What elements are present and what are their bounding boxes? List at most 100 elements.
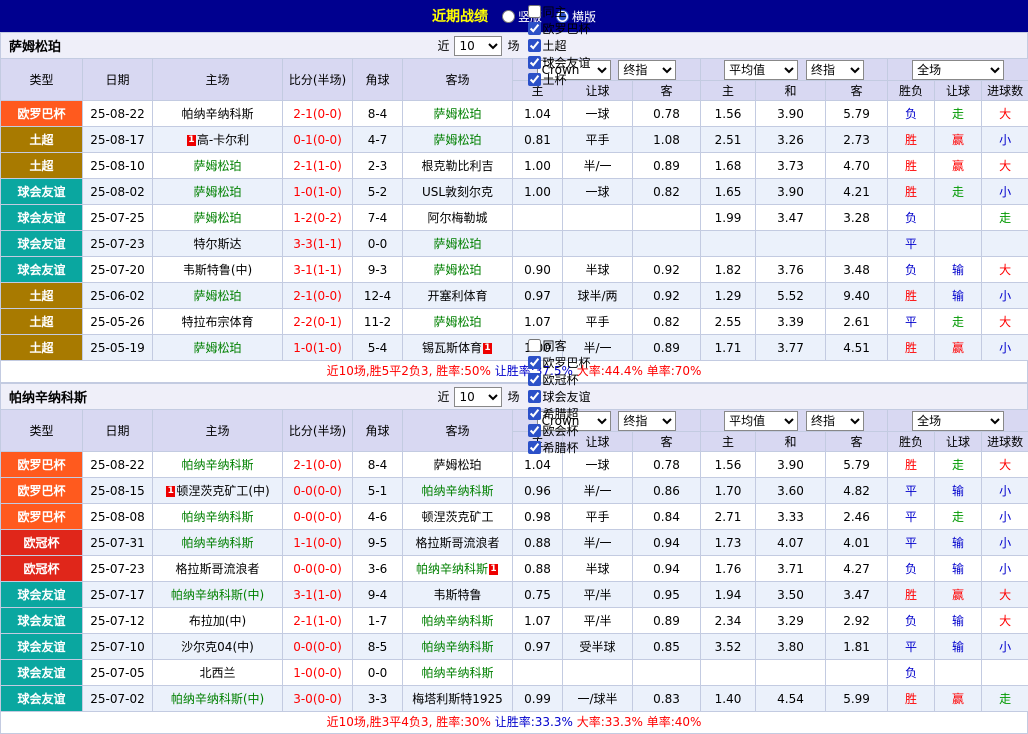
league-cell: 球会友谊 <box>1 179 83 205</box>
filter-checkbox[interactable]: 土杯 <box>528 71 591 88</box>
filter-checkbox-label: 土超 <box>543 37 567 54</box>
team-name-text: 梅塔利斯特1925 <box>412 692 503 706</box>
team-name-text: 布拉加(中) <box>189 614 246 628</box>
euro-home-odds: 1.56 <box>701 452 756 478</box>
date-cell: 25-05-19 <box>83 335 153 361</box>
euro-home-odds: 3.52 <box>701 634 756 660</box>
handicap-time-select[interactable]: 终指 <box>618 411 676 431</box>
filter-checkboxes: 同主欧罗巴杯土超球会友谊土杯 <box>523 3 591 88</box>
scope-select[interactable]: 全场 <box>912 411 1004 431</box>
filter-checkbox[interactable]: 欧罗巴杯 <box>528 354 591 371</box>
filter-checkbox[interactable]: 同主 <box>528 3 591 20</box>
filter-checkbox-input[interactable] <box>528 73 541 86</box>
euro-avg-select[interactable]: 平均值 <box>724 60 798 80</box>
euro-draw-odds: 3.80 <box>756 634 826 660</box>
league-cell: 土超 <box>1 153 83 179</box>
away-team-cell: 帕纳辛纳科斯 <box>403 634 513 660</box>
team-name-text: 帕纳辛纳科斯 <box>181 510 253 524</box>
handicap-time-select[interactable]: 终指 <box>618 60 676 80</box>
result-cell: 胜 <box>888 335 935 361</box>
summary-segment: 近10场,胜5平2负3, <box>327 364 437 378</box>
corner-cell: 3-3 <box>353 686 403 712</box>
match-row: 土超25-06-02萨姆松珀2-1(0-0)12-4开塞利体育0.97球半/两0… <box>1 283 1028 309</box>
team-name-text: 帕纳辛纳科斯 <box>421 484 493 498</box>
euro-time-select[interactable]: 终指 <box>806 411 864 431</box>
home-team-cell: 萨姆松珀 <box>153 205 283 231</box>
match-count-select[interactable]: 10 <box>454 36 502 56</box>
filter-checkbox[interactable]: 土超 <box>528 37 591 54</box>
league-cell: 球会友谊 <box>1 205 83 231</box>
goal-result-cell: 小 <box>982 530 1028 556</box>
col-score: 比分(半场) <box>283 410 353 452</box>
filter-checkbox[interactable]: 希腊杯 <box>528 439 591 456</box>
result-cell: 胜 <box>888 153 935 179</box>
date-cell: 25-07-23 <box>83 556 153 582</box>
filter-checkbox-input[interactable] <box>528 390 541 403</box>
col-eu-draw: 和 <box>756 81 826 101</box>
filter-checkbox-input[interactable] <box>528 339 541 352</box>
handicap-line: 平手 <box>563 127 633 153</box>
league-cell: 球会友谊 <box>1 660 83 686</box>
euro-away-odds: 5.99 <box>826 686 888 712</box>
team-name-text: 格拉斯哥流浪者 <box>175 562 259 576</box>
filter-checkbox-input[interactable] <box>528 5 541 18</box>
red-card-badge: 1 <box>187 135 196 146</box>
team-name-text: 萨姆松珀 <box>433 237 481 251</box>
handicap-home-odds: 0.96 <box>513 478 563 504</box>
filter-checkbox-input[interactable] <box>528 356 541 369</box>
home-team-cell: 特拉布宗体育 <box>153 309 283 335</box>
league-cell: 土超 <box>1 283 83 309</box>
team-name-text: 萨姆松珀 <box>193 159 241 173</box>
filter-checkbox[interactable]: 欧罗巴杯 <box>528 20 591 37</box>
filter-checkbox[interactable]: 欧冠杯 <box>528 371 591 388</box>
filter-checkbox-input[interactable] <box>528 39 541 52</box>
home-team-cell: 帕纳辛纳科斯(中) <box>153 582 283 608</box>
euro-away-odds: 4.51 <box>826 335 888 361</box>
team-recent-results-section: 萨姆松珀 近 10 场 同主欧罗巴杯土超球会友谊土杯 类型 日期 主场 比分(半… <box>0 32 1028 383</box>
filter-checkbox-input[interactable] <box>528 407 541 420</box>
euro-time-select[interactable]: 终指 <box>806 60 864 80</box>
handicap-away-odds: 0.85 <box>633 634 701 660</box>
away-team-cell: 萨姆松珀 <box>403 101 513 127</box>
filter-checkbox[interactable]: 希腊超 <box>528 405 591 422</box>
filter-controls: 近 10 场 同主欧罗巴杯土超球会友谊土杯 <box>437 3 590 88</box>
euro-draw-odds: 3.47 <box>756 205 826 231</box>
filter-checkbox-input[interactable] <box>528 441 541 454</box>
filter-checkbox[interactable]: 球会友谊 <box>528 54 591 71</box>
handicap-away-odds: 0.94 <box>633 530 701 556</box>
scope-select[interactable]: 全场 <box>912 60 1004 80</box>
team-name-text: 阿尔梅勒城 <box>427 211 487 225</box>
filter-checkbox-input[interactable] <box>528 22 541 35</box>
result-cell: 负 <box>888 101 935 127</box>
euro-away-odds: 4.27 <box>826 556 888 582</box>
euro-home-odds: 1.94 <box>701 582 756 608</box>
filter-checkbox-input[interactable] <box>528 424 541 437</box>
filter-checkbox[interactable]: 同客 <box>528 337 591 354</box>
result-cell: 平 <box>888 309 935 335</box>
match-row: 欧罗巴杯25-08-22帕纳辛纳科斯2-1(0-0)8-4萨姆松珀1.04一球0… <box>1 101 1028 127</box>
result-cell: 胜 <box>888 179 935 205</box>
euro-odds-header: 平均值 终指 <box>701 59 888 81</box>
score-cell: 0-0(0-0) <box>283 634 353 660</box>
score-cell: 1-2(0-2) <box>283 205 353 231</box>
handicap-line: 平手 <box>563 309 633 335</box>
home-team-cell: 萨姆松珀 <box>153 283 283 309</box>
team-name-text: 萨姆松珀 <box>193 185 241 199</box>
filter-checkbox[interactable]: 欧会杯 <box>528 422 591 439</box>
euro-avg-select[interactable]: 平均值 <box>724 411 798 431</box>
euro-draw-odds: 3.76 <box>756 257 826 283</box>
team-name-text: 北西兰 <box>199 666 235 680</box>
team-name-text: 帕纳辛纳科斯 <box>181 107 253 121</box>
filter-checkbox-input[interactable] <box>528 56 541 69</box>
team-sections: 萨姆松珀 近 10 场 同主欧罗巴杯土超球会友谊土杯 类型 日期 主场 比分(半… <box>0 32 1028 734</box>
scope-header: 全场 <box>888 410 1028 432</box>
date-cell: 25-07-05 <box>83 660 153 686</box>
team-name-text: 帕纳辛纳科斯(中) <box>171 692 264 706</box>
team-name: 帕纳辛纳科斯 <box>9 387 87 406</box>
filter-checkbox-input[interactable] <box>528 373 541 386</box>
handicap-home-odds: 1.07 <box>513 309 563 335</box>
filter-checkbox[interactable]: 球会友谊 <box>528 388 591 405</box>
match-count-select[interactable]: 10 <box>454 387 502 407</box>
euro-away-odds: 1.81 <box>826 634 888 660</box>
handicap-away-odds <box>633 660 701 686</box>
